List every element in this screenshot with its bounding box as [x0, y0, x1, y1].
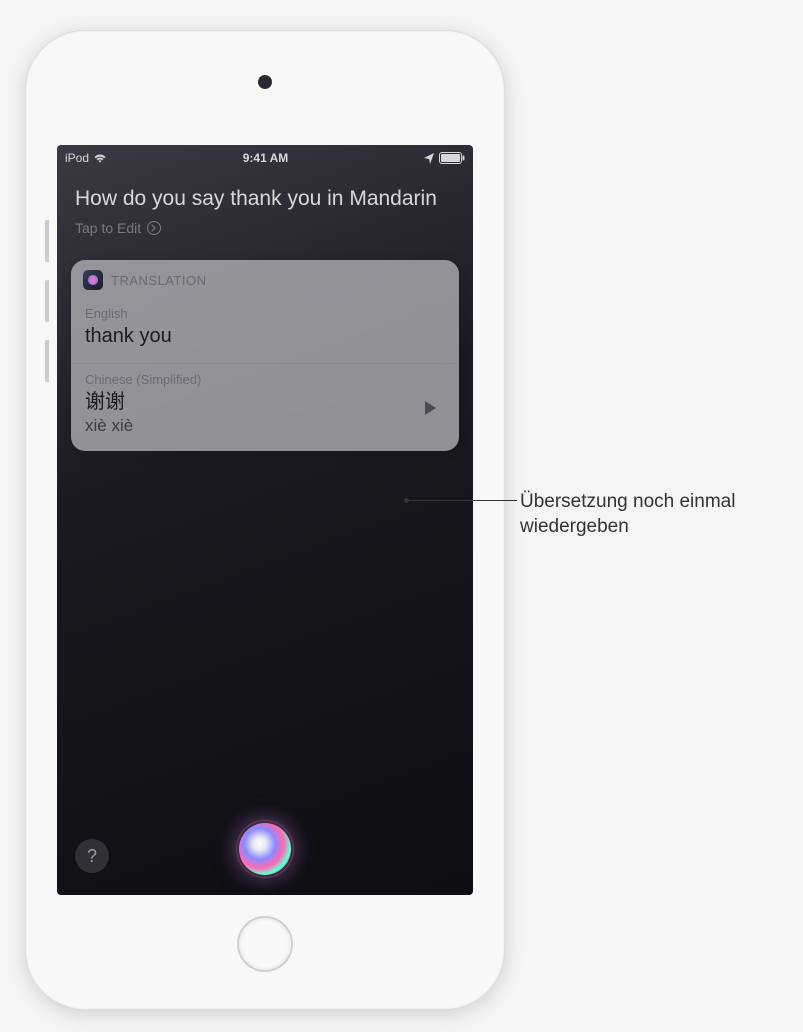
translation-card[interactable]: TRANSLATION English thank you Chinese (S… [71, 260, 459, 451]
target-text: 谢谢 [85, 389, 445, 415]
clock: 9:41 AM [243, 151, 289, 165]
device-frame: iPod 9:41 AM [25, 30, 505, 1010]
romanization-text: xiè xiè [85, 415, 445, 437]
play-icon [422, 400, 438, 416]
volume-down-button [45, 340, 49, 382]
tap-to-edit-label: Tap to Edit [75, 220, 141, 236]
carrier-label: iPod [65, 151, 89, 165]
screen: iPod 9:41 AM [57, 145, 473, 895]
siri-query-text: How do you say thank you in Mandarin [71, 185, 459, 212]
bottom-bar: ? [57, 815, 473, 895]
siri-content: How do you say thank you in Mandarin Tap… [57, 167, 473, 895]
front-camera [258, 75, 272, 89]
source-language-label: English [85, 306, 445, 321]
status-bar: iPod 9:41 AM [57, 145, 473, 167]
source-text: thank you [85, 323, 445, 349]
tap-to-edit-button[interactable]: Tap to Edit [71, 220, 459, 236]
source-section: English thank you [71, 298, 459, 363]
target-section: Chinese (Simplified) 谢谢 xiè xiè [71, 363, 459, 451]
callout-line [407, 500, 517, 501]
power-button [45, 220, 49, 262]
battery-icon [439, 152, 465, 164]
help-button[interactable]: ? [75, 839, 109, 873]
chevron-right-icon [147, 221, 161, 235]
home-button[interactable] [237, 916, 293, 972]
play-button[interactable] [415, 393, 445, 423]
volume-up-button [45, 280, 49, 322]
help-icon: ? [87, 846, 97, 867]
location-icon [424, 153, 435, 164]
target-language-label: Chinese (Simplified) [85, 372, 445, 387]
siri-app-icon [83, 270, 103, 290]
card-title: TRANSLATION [111, 273, 207, 288]
wifi-icon [93, 153, 107, 164]
callout-text: Übersetzung noch einmal wiedergeben [520, 490, 780, 539]
card-header: TRANSLATION [71, 260, 459, 298]
siri-orb-button[interactable] [239, 823, 291, 875]
